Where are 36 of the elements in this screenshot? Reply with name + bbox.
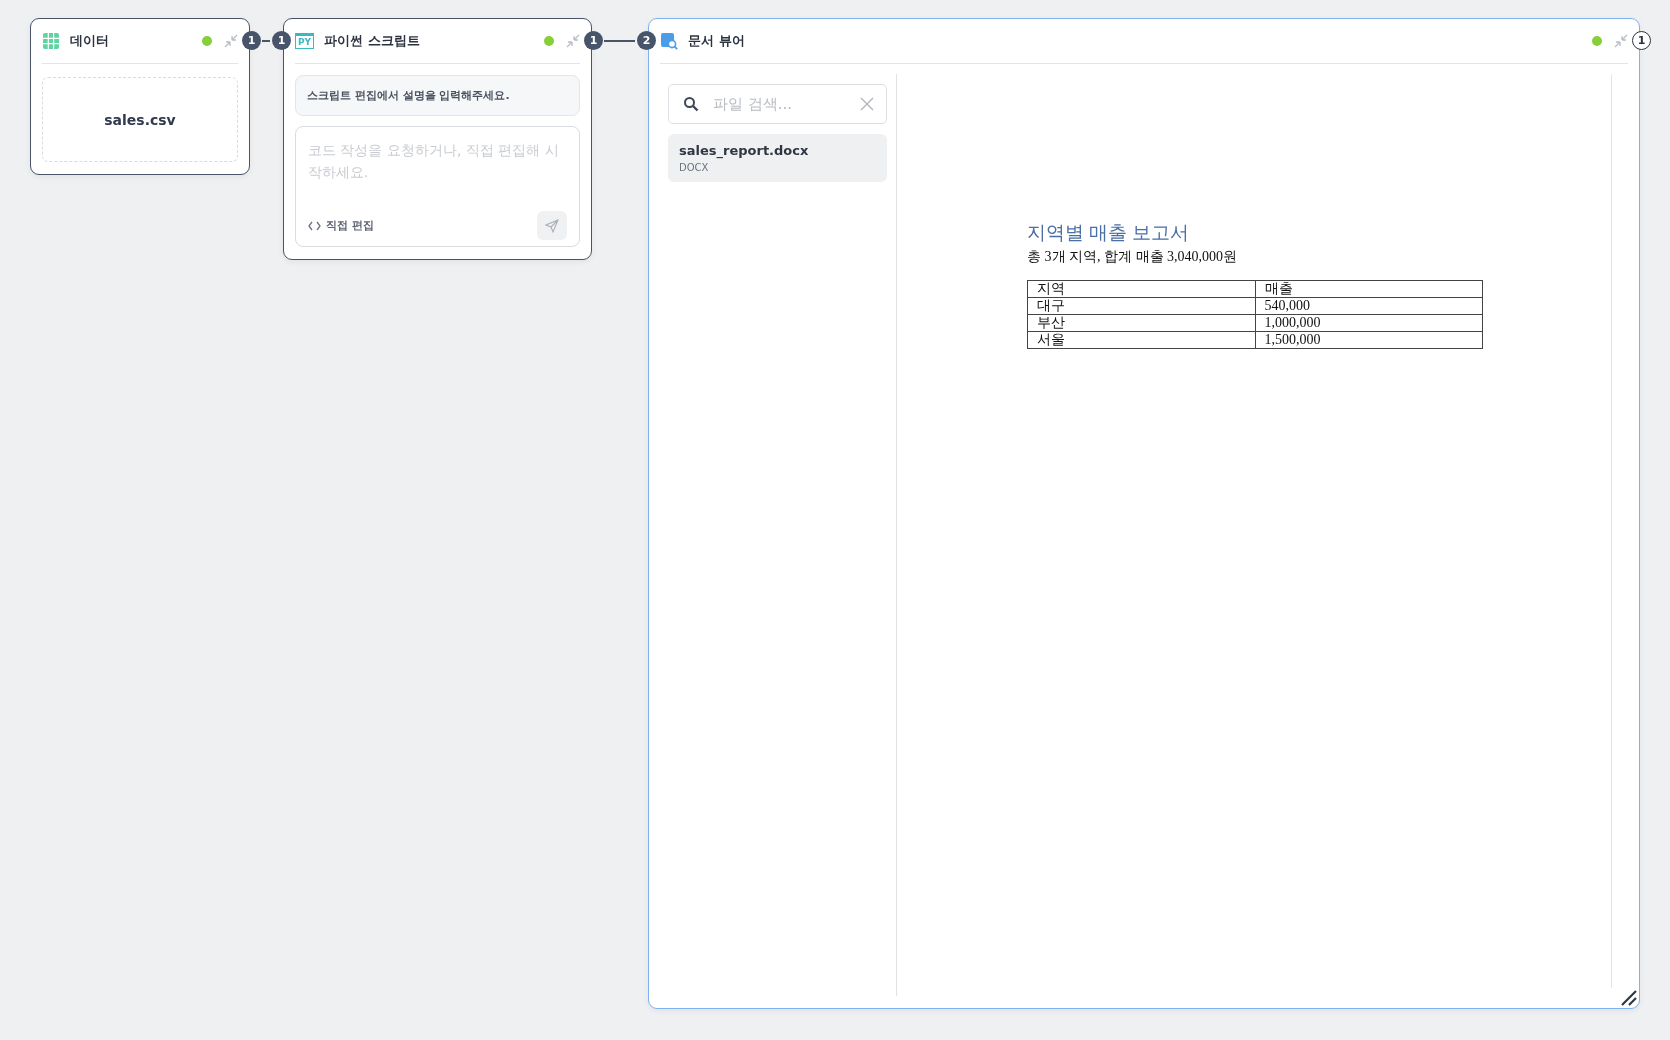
- document-title: 지역별 매출 보고서: [1027, 221, 1190, 245]
- clear-icon[interactable]: [860, 97, 874, 111]
- script-description: 스크립트 편집에서 설명을 입력해주세요.: [295, 75, 580, 116]
- table-cell: 부산: [1027, 314, 1255, 332]
- table-icon: [42, 32, 60, 50]
- node-title: 파이썬 스크립트: [324, 32, 421, 50]
- edge-line: [603, 40, 636, 42]
- file-list-item[interactable]: sales_report.docx DOCX: [668, 134, 887, 182]
- edit-code-link[interactable]: 직접 편집: [308, 218, 374, 233]
- search-box[interactable]: 파일 검색...: [668, 84, 887, 124]
- edge-line: [261, 40, 271, 42]
- file-type: DOCX: [679, 162, 710, 173]
- send-button[interactable]: [537, 211, 567, 240]
- table-header-cell: 매출: [1255, 280, 1483, 298]
- send-icon: [545, 218, 559, 233]
- code-icon: [308, 220, 321, 231]
- table-cell: 1,000,000: [1255, 314, 1483, 332]
- table-cell: 540,000: [1255, 297, 1483, 315]
- document-search-icon: [660, 32, 678, 50]
- file-drop-area[interactable]: sales.csv: [42, 77, 238, 162]
- resize-handle-icon[interactable]: [1621, 990, 1637, 1006]
- table-header-cell: 지역: [1027, 280, 1255, 298]
- table-cell: 서울: [1027, 331, 1255, 349]
- document-summary: 총 3개 지역, 합계 매출 3,040,000원: [1027, 248, 1238, 266]
- search-icon: [683, 96, 699, 112]
- collapse-icon[interactable]: [1614, 34, 1628, 48]
- file-name: sales_report.docx: [679, 143, 810, 158]
- node-title: 데이터: [70, 32, 110, 50]
- file-name: sales.csv: [104, 111, 176, 128]
- collapse-icon[interactable]: [566, 34, 580, 48]
- collapse-icon[interactable]: [224, 34, 238, 48]
- table-cell: 1,500,000: [1255, 331, 1483, 349]
- table-cell: 대구: [1027, 297, 1255, 315]
- node-card[interactable]: 데이터 sales.csv: [30, 18, 250, 175]
- node-title: 문서 뷰어: [688, 32, 746, 50]
- python-file-icon: PY: [295, 33, 315, 49]
